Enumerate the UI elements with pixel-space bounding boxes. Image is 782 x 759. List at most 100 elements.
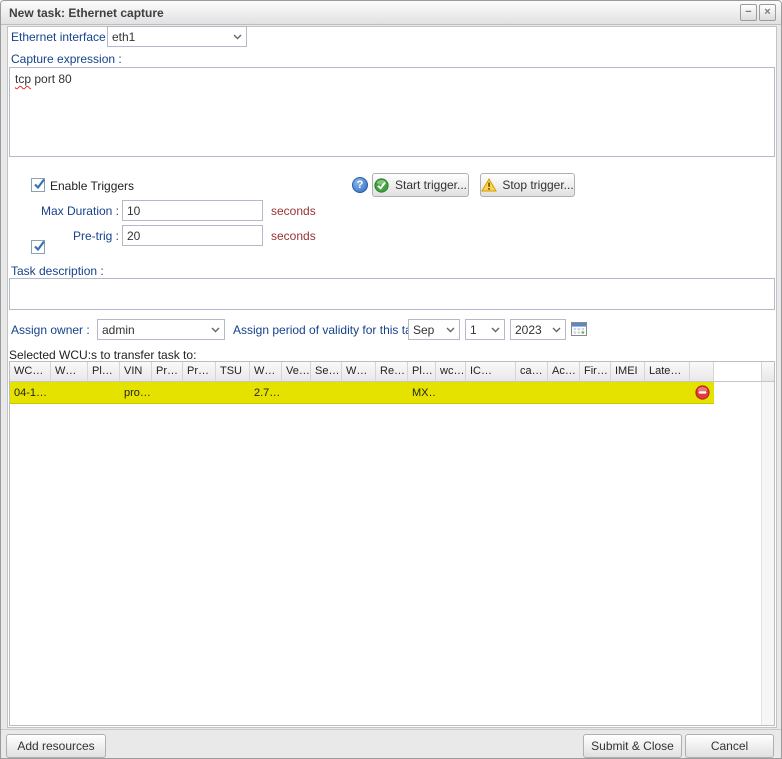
capture-expression-rest: port 80	[31, 72, 72, 86]
help-icon[interactable]: ?	[352, 177, 368, 193]
grid-column-header[interactable]: Se…	[311, 362, 342, 382]
grid-column-header[interactable]: Late…	[645, 362, 690, 382]
enable-triggers-label: Enable Triggers	[50, 179, 134, 193]
grid-cell[interactable]	[690, 382, 714, 404]
grid-column-header[interactable]: Pl…	[88, 362, 120, 382]
chevron-down-icon	[445, 322, 455, 338]
assign-owner-value: admin	[102, 323, 135, 337]
minimize-button[interactable]: −	[740, 4, 757, 21]
grid-column-header[interactable]: IC…	[466, 362, 516, 382]
assign-owner-combo[interactable]: admin	[97, 319, 225, 340]
grid-column-header[interactable]: Fir…	[580, 362, 611, 382]
validity-day-value: 1	[470, 323, 477, 337]
grid-header: WC…W…Pl…VINPr…Pr…TSUW…Ve…Se…W…Re…Pl…wc…I…	[10, 362, 761, 382]
start-trigger-label: Start trigger...	[395, 178, 467, 192]
grid-cell[interactable]	[183, 382, 216, 404]
wcu-grid: WC…W…Pl…VINPr…Pr…TSUW…Ve…Se…W…Re…Pl…wc…I…	[9, 361, 775, 726]
grid-cell[interactable]	[580, 382, 611, 404]
pretrig-value: 20	[127, 229, 140, 243]
grid-column-header[interactable]: Pl…	[408, 362, 436, 382]
chevron-down-icon	[210, 322, 220, 338]
minimize-icon: −	[745, 6, 751, 18]
ethernet-interface-label: Ethernet interface :	[11, 30, 112, 44]
chevron-down-icon	[232, 29, 242, 45]
add-resources-button[interactable]: Add resources	[6, 734, 106, 758]
capture-expression-misspelled-word: tcp	[15, 72, 31, 86]
validity-year-value: 2023	[515, 323, 542, 337]
footer-divider	[1, 729, 781, 730]
grid-column-header[interactable]: IMEI	[611, 362, 645, 382]
grid-cell[interactable]	[645, 382, 690, 404]
cancel-button[interactable]: Cancel	[685, 734, 774, 758]
grid-cell[interactable]	[516, 382, 548, 404]
stop-trigger-button[interactable]: Stop trigger...	[480, 173, 575, 197]
pretrig-input[interactable]: 20	[122, 225, 263, 246]
grid-cell[interactable]	[436, 382, 466, 404]
grid-cell[interactable]: 04-1…	[10, 382, 51, 404]
grid-column-header[interactable]: ca…	[516, 362, 548, 382]
grid-column-header[interactable]: W…	[250, 362, 282, 382]
close-button[interactable]: ×	[759, 4, 776, 21]
grid-column-header[interactable]: VIN	[120, 362, 152, 382]
grid-column-header[interactable]: Ve…	[282, 362, 311, 382]
ethernet-interface-value: eth1	[112, 30, 135, 44]
max-duration-unit: seconds	[271, 204, 316, 218]
grid-column-header[interactable]: TSU	[216, 362, 250, 382]
grid-cell[interactable]: MX…	[408, 382, 436, 404]
grid-cell[interactable]	[152, 382, 183, 404]
grid-column-header[interactable]: Pr…	[152, 362, 183, 382]
validity-label: Assign period of validity for this task …	[233, 323, 430, 337]
grid-cell[interactable]: pro…	[120, 382, 152, 404]
selected-wcu-row[interactable]: 04-1… pro… 2.7… MX…	[10, 382, 714, 404]
grid-scrollbar-spacer	[761, 362, 774, 382]
stop-trigger-label: Stop trigger...	[502, 178, 573, 192]
grid-scrollbar[interactable]	[761, 362, 774, 725]
submit-close-button[interactable]: Submit & Close	[583, 734, 682, 758]
checkmark-icon	[32, 177, 47, 192]
enable-triggers-checkbox[interactable]	[31, 178, 45, 192]
new-task-dialog: New task: Ethernet capture − × Ethernet …	[0, 0, 782, 759]
task-description-input[interactable]	[9, 278, 775, 310]
grid-column-header[interactable]: Ac…	[548, 362, 580, 382]
capture-expression-input[interactable]: tcp port 80	[9, 67, 775, 157]
start-trigger-button[interactable]: Start trigger...	[372, 173, 469, 197]
grid-column-header[interactable]: wc…	[436, 362, 466, 382]
grid-cell[interactable]	[282, 382, 311, 404]
grid-cell[interactable]: 2.7…	[250, 382, 282, 404]
grid-cell[interactable]	[216, 382, 250, 404]
validity-year-combo[interactable]: 2023	[510, 319, 566, 340]
grid-column-header[interactable]	[690, 362, 714, 382]
grid-cell[interactable]	[466, 382, 516, 404]
titlebar[interactable]: New task: Ethernet capture	[1, 1, 781, 25]
close-icon: ×	[764, 6, 770, 18]
selected-wcu-label: Selected WCU:s to transfer task to:	[9, 348, 196, 362]
grid-cell[interactable]	[376, 382, 408, 404]
cancel-label: Cancel	[711, 739, 748, 753]
assign-owner-label: Assign owner :	[11, 323, 90, 337]
grid-cell[interactable]	[611, 382, 645, 404]
validity-month-combo[interactable]: Sep	[408, 319, 460, 340]
grid-column-header[interactable]: Pr…	[183, 362, 216, 382]
grid-column-header[interactable]: WC…	[10, 362, 51, 382]
remove-row-icon[interactable]	[694, 385, 710, 401]
grid-cell[interactable]	[311, 382, 342, 404]
submit-close-label: Submit & Close	[591, 739, 674, 753]
grid-cell[interactable]	[548, 382, 580, 404]
max-duration-value: 10	[127, 204, 140, 218]
chevron-down-icon	[551, 322, 561, 338]
chevron-down-icon	[490, 322, 500, 338]
grid-column-header[interactable]: W…	[342, 362, 376, 382]
max-duration-input[interactable]: 10	[122, 200, 263, 221]
grid-cell[interactable]	[342, 382, 376, 404]
validity-day-combo[interactable]: 1	[465, 319, 505, 340]
calendar-icon[interactable]	[571, 321, 587, 337]
grid-cell[interactable]	[51, 382, 88, 404]
ethernet-interface-combo[interactable]: eth1	[107, 26, 247, 47]
grid-header-filler	[714, 362, 761, 382]
max-duration-label: Max Duration :	[11, 204, 119, 218]
grid-column-header[interactable]: Re…	[376, 362, 408, 382]
window-title: New task: Ethernet capture	[9, 6, 164, 20]
grid-column-header[interactable]: W…	[51, 362, 88, 382]
grid-cell[interactable]	[88, 382, 120, 404]
pretrig-unit: seconds	[271, 229, 316, 243]
